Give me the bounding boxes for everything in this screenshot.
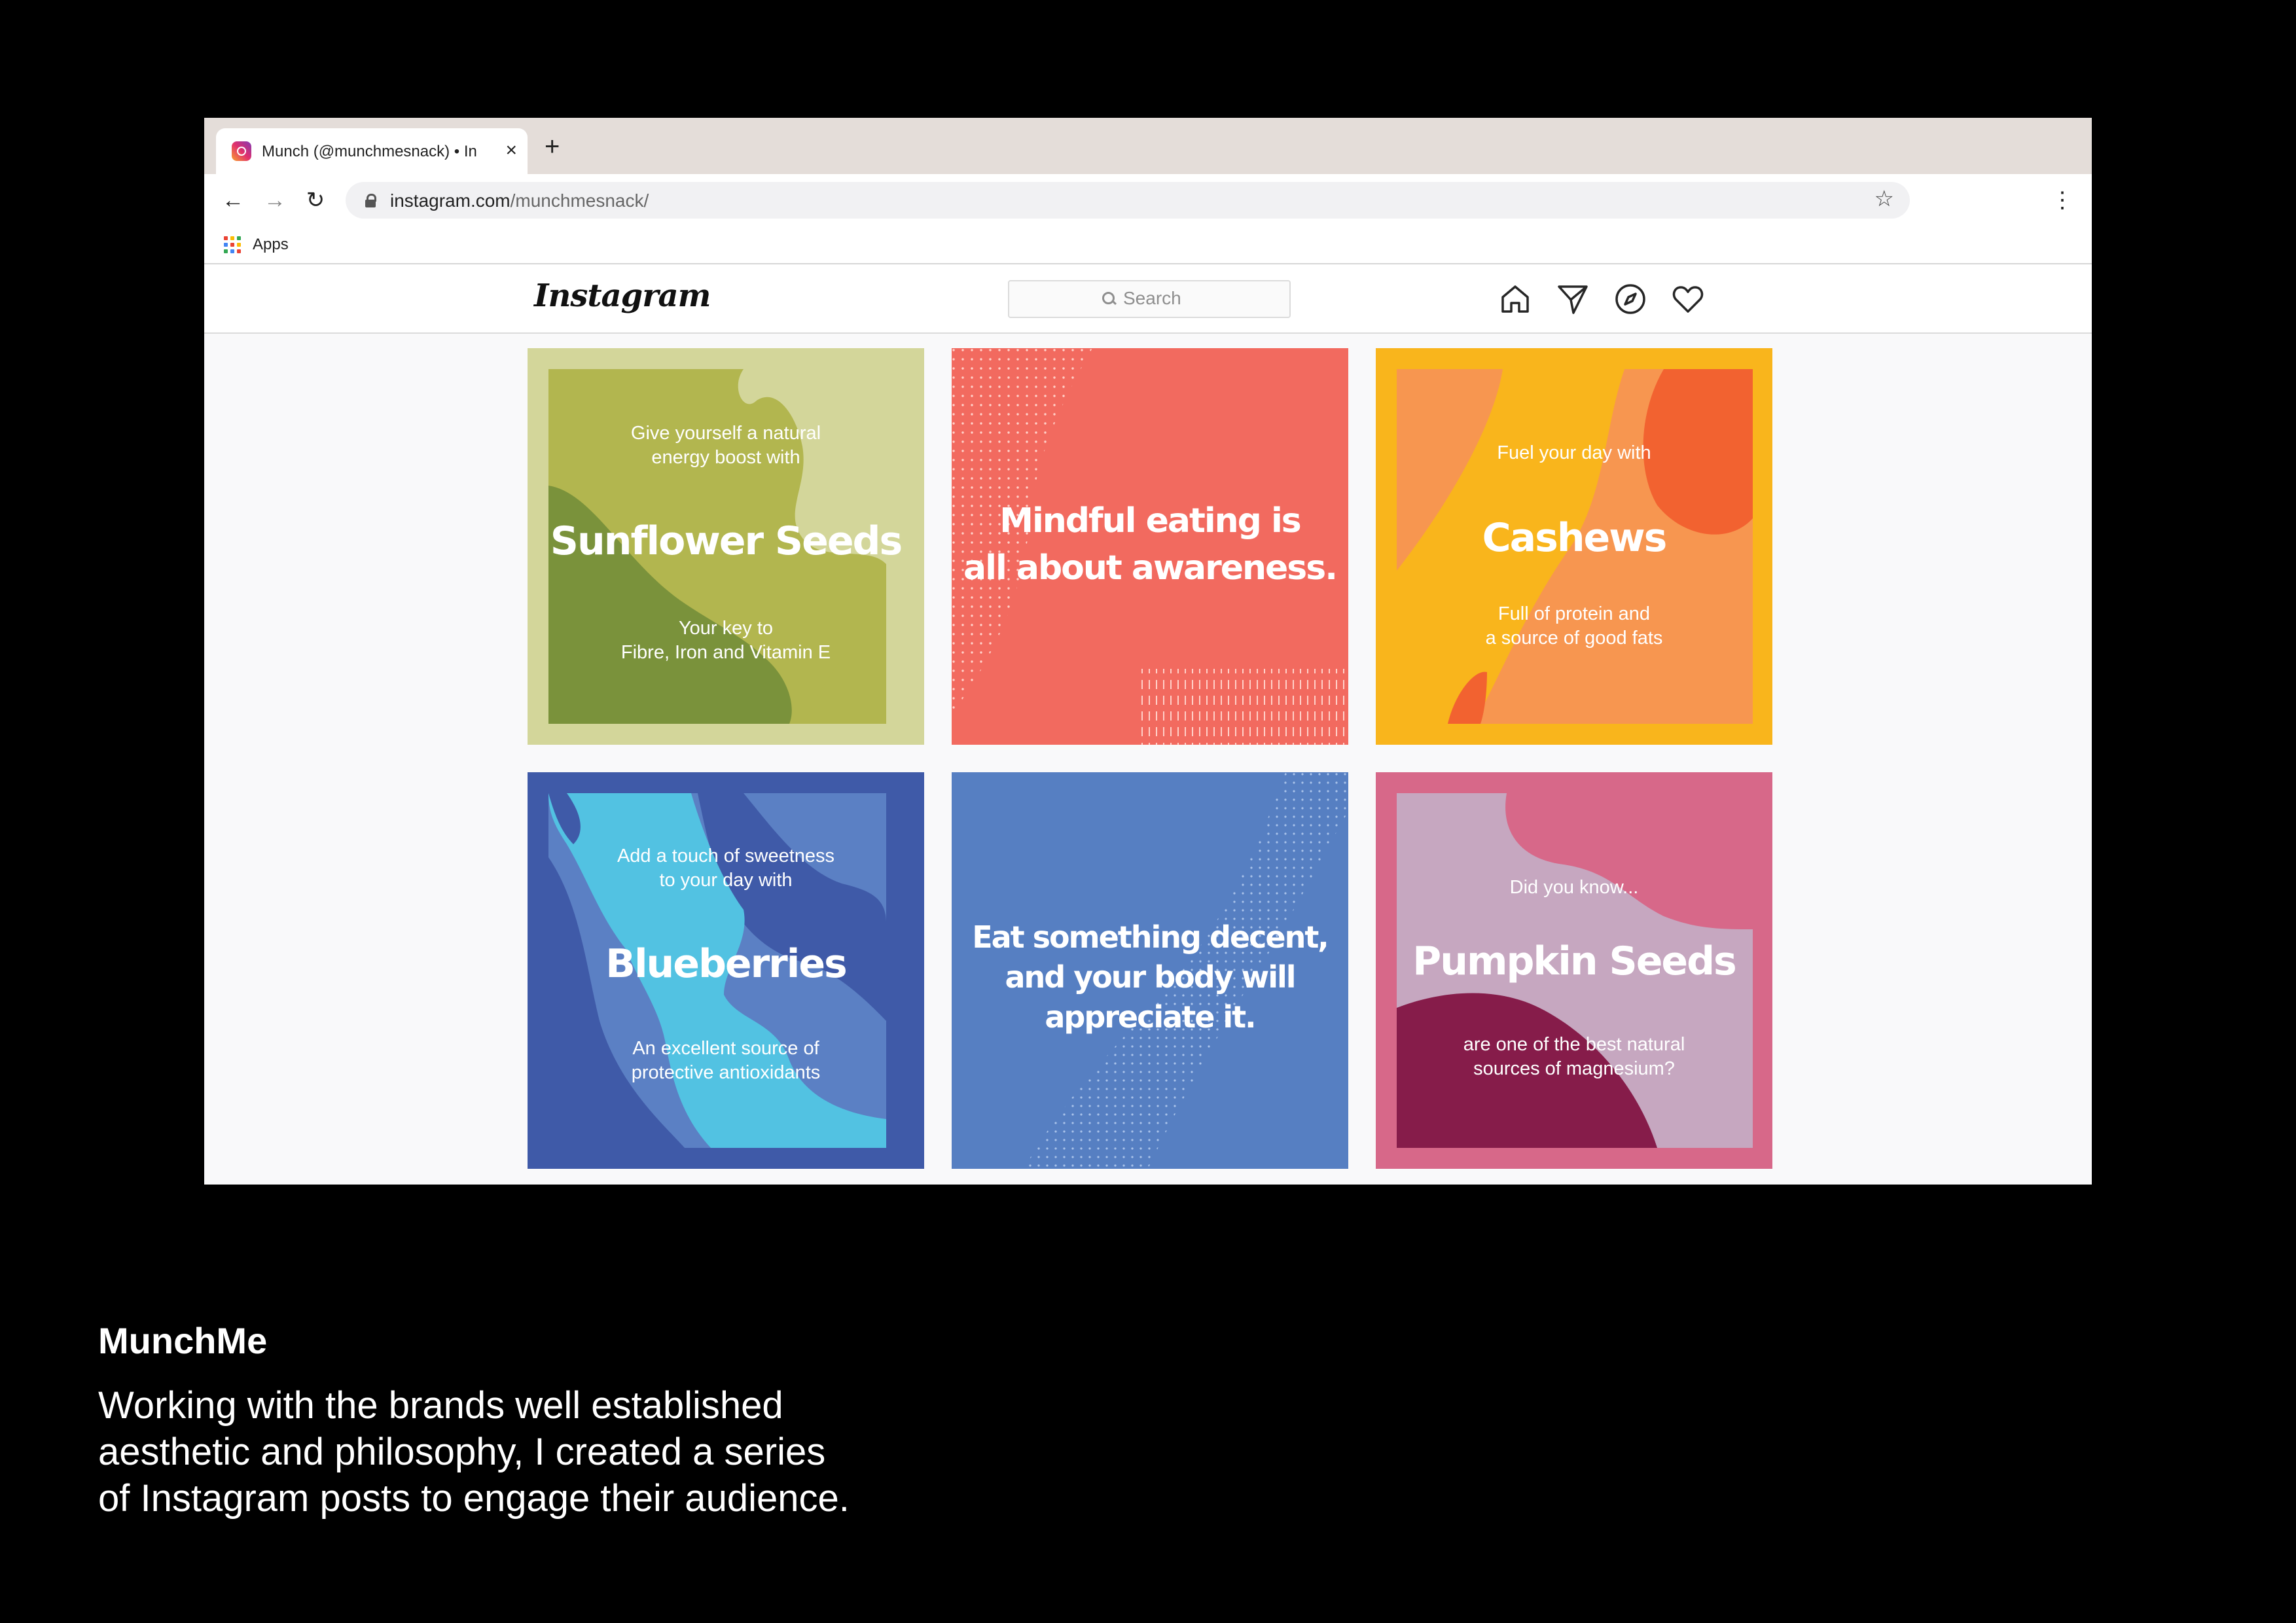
reload-icon[interactable]: ↻ <box>300 185 331 216</box>
close-tab-icon[interactable]: × <box>505 137 517 164</box>
post-mindful-eating[interactable]: Mindful eating is all about awareness. <box>952 348 1348 745</box>
bookmark-star-icon[interactable]: ☆ <box>1874 186 1894 212</box>
sunflower-intro: Give yourself a natural energy boost wit… <box>630 423 821 468</box>
browser-window: Munch (@munchmesnack) • In × + ← → ↻ ins… <box>204 118 2092 1185</box>
instagram-header: Instagram Search <box>204 264 2092 334</box>
apps-bookmark[interactable]: Apps <box>253 236 289 254</box>
browser-tab[interactable]: Munch (@munchmesnack) • In × <box>216 128 528 174</box>
browser-toolbar: ← → ↻ instagram.com/munchmesnack/ ☆ ⋮ <box>204 174 2092 226</box>
new-tab-icon[interactable]: + <box>545 134 560 160</box>
post-grid: Give yourself a natural energy boost wit… <box>528 348 1772 1173</box>
cashews-intro: Fuel your day with <box>1497 442 1651 463</box>
activity-heart-icon[interactable] <box>1672 283 1704 315</box>
pumpkin-title: Pumpkin Seeds <box>1412 938 1737 984</box>
explore-icon[interactable] <box>1614 283 1647 315</box>
blueberries-intro: Add a touch of sweetness to your day wit… <box>617 846 835 891</box>
bookmarks-bar: Apps <box>204 226 2092 264</box>
home-icon[interactable] <box>1499 283 1532 315</box>
search-placeholder: Search <box>1123 288 1181 308</box>
search-input[interactable]: Search <box>1008 280 1291 318</box>
eat-quote: Eat something decent, and your body will… <box>972 919 1329 1035</box>
search-icon <box>1102 292 1115 304</box>
sunflower-title: Sunflower Seeds <box>550 518 903 564</box>
apps-grid-icon[interactable] <box>224 236 241 253</box>
post-eat-something-decent[interactable]: Eat something decent, and your body will… <box>952 772 1348 1169</box>
back-arrow-icon[interactable]: ← <box>217 185 249 216</box>
url-text: instagram.com/munchmesnack/ <box>390 190 649 211</box>
cashews-title: Cashews <box>1482 515 1668 561</box>
tab-bar: Munch (@munchmesnack) • In × + <box>204 118 2092 174</box>
tab-title: Munch (@munchmesnack) • In <box>262 143 477 160</box>
blueberries-detail: An excellent source of protective antiox… <box>631 1038 821 1083</box>
project-title: MunchMe <box>98 1320 268 1361</box>
lock-icon <box>365 194 376 207</box>
address-bar[interactable]: instagram.com/munchmesnack/ ☆ <box>346 182 1910 219</box>
post-sunflower-seeds[interactable]: Give yourself a natural energy boost wit… <box>528 348 924 745</box>
pumpkin-detail: are one of the best natural sources of m… <box>1463 1034 1685 1079</box>
pumpkin-intro: Did you know... <box>1509 877 1639 898</box>
project-description: Working with the brands well established… <box>98 1384 850 1520</box>
cashews-detail: Full of protein and a source of good fat… <box>1485 603 1663 649</box>
post-cashews[interactable]: Fuel your day with Cashews Full of prote… <box>1376 348 1772 745</box>
mindful-quote: Mindful eating is all about awareness. <box>963 501 1338 588</box>
sunflower-detail: Your key to Fibre, Iron and Vitamin E <box>620 618 831 663</box>
post-pumpkin-seeds[interactable]: Did you know... Pumpkin Seeds are one of… <box>1376 772 1772 1169</box>
browser-menu-icon[interactable]: ⋮ <box>2051 185 2073 216</box>
instagram-favicon-icon <box>232 141 251 161</box>
post-blueberries[interactable]: Add a touch of sweetness to your day wit… <box>528 772 924 1169</box>
direct-icon[interactable] <box>1556 283 1589 315</box>
blueberries-title: Blueberries <box>605 941 848 987</box>
forward-arrow-icon[interactable]: → <box>259 185 291 216</box>
instagram-logo[interactable]: Instagram <box>534 277 711 314</box>
